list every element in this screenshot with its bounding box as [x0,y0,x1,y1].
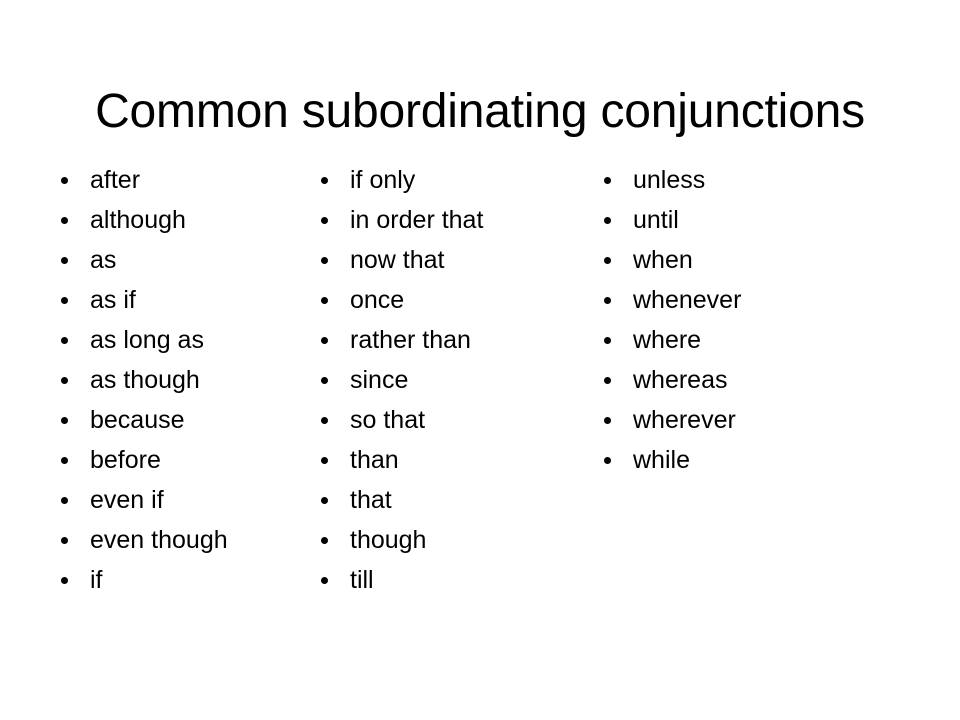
bullet-column-2: if only in order that now that once rather t… [285,160,567,600]
page-title: Common subordinating conjunctions [95,85,865,139]
bullet-dot-icon [61,417,68,424]
list-item-label: as if [90,286,136,314]
list-item-label: in order that [350,206,484,234]
bullet-dot-icon [61,257,68,264]
list-item: rather than [312,320,567,360]
list-item-label: while [633,446,690,474]
bullet-dot-icon [604,257,611,264]
list-item: while [595,440,960,480]
bullet-list-2: if only in order that now that once rather t… [312,160,567,600]
bullet-dot-icon [61,377,68,384]
bullet-dot-icon [61,217,68,224]
list-item: when [595,240,960,280]
list-item: once [312,280,567,320]
list-item-label: when [633,246,693,274]
bullet-dot-icon [321,457,328,464]
list-item: where [595,320,960,360]
list-item-label: unless [633,166,706,194]
list-item: wherever [595,400,960,440]
list-item: if only [312,160,567,200]
list-item-label: whenever [633,286,742,314]
list-item: after [52,160,285,200]
bullet-list-1: after although as as if as long as as though b… [52,160,285,600]
bullet-dot-icon [604,337,611,344]
list-item: though [312,520,567,560]
list-item-label: now that [350,246,445,274]
list-item: although [52,200,285,240]
bullet-dot-icon [604,297,611,304]
list-item-label: so that [350,406,426,434]
list-item: as [52,240,285,280]
bullet-dot-icon [321,257,328,264]
bullet-columns: after although as as if as long as as though b… [0,160,960,640]
list-item-label: wherever [633,406,736,434]
list-item-label: though [350,526,427,554]
bullet-dot-icon [321,537,328,544]
list-item-label: as long as [90,326,204,354]
list-item: before [52,440,285,480]
list-item: whereas [595,360,960,400]
list-item-label: until [633,206,679,234]
list-item-label: before [90,446,161,474]
list-item-label: rather than [350,326,471,354]
list-item-label: that [350,486,392,514]
list-item-label: whereas [633,366,728,394]
list-item: unless [595,160,960,200]
list-item: even though [52,520,285,560]
list-item: whenever [595,280,960,320]
list-item: till [312,560,567,600]
bullet-list-3: unless until when whenever where whereas where… [595,160,960,480]
list-item-label: since [350,366,409,394]
bullet-column-3: unless until when whenever where whereas where… [567,160,960,480]
list-item: until [595,200,960,240]
list-item-label: where [633,326,702,354]
bullet-dot-icon [61,577,68,584]
list-item: as though [52,360,285,400]
list-item-label: although [90,206,186,234]
bullet-dot-icon [61,177,68,184]
bullet-dot-icon [321,497,328,504]
list-item-label: after [90,166,141,194]
bullet-dot-icon [321,177,328,184]
list-item: as if [52,280,285,320]
list-item-label: if [90,566,103,594]
bullet-dot-icon [604,417,611,424]
list-item: than [312,440,567,480]
list-item: since [312,360,567,400]
bullet-dot-icon [604,377,611,384]
list-item-label: as though [90,366,200,394]
list-item-label: even though [90,526,228,554]
list-item: if [52,560,285,600]
bullet-dot-icon [604,217,611,224]
bullet-dot-icon [604,457,611,464]
list-item: now that [312,240,567,280]
bullet-dot-icon [61,457,68,464]
bullet-dot-icon [61,497,68,504]
list-item: even if [52,480,285,520]
list-item-label: because [90,406,185,434]
bullet-column-1: after although as as if as long as as though b… [0,160,285,600]
list-item-label: as [90,246,117,274]
bullet-dot-icon [321,377,328,384]
bullet-dot-icon [321,337,328,344]
list-item: because [52,400,285,440]
list-item-label: once [350,286,405,314]
bullet-dot-icon [321,217,328,224]
bullet-dot-icon [321,577,328,584]
bullet-dot-icon [61,297,68,304]
bullet-dot-icon [604,177,611,184]
list-item: so that [312,400,567,440]
list-item-label: than [350,446,399,474]
bullet-dot-icon [321,297,328,304]
list-item: that [312,480,567,520]
bullet-dot-icon [321,417,328,424]
list-item-label: if only [350,166,416,194]
slide: Common subordinating conjunctions after a… [0,0,960,720]
bullet-dot-icon [61,337,68,344]
list-item-label: till [350,566,374,594]
list-item: as long as [52,320,285,360]
list-item-label: even if [90,486,164,514]
bullet-dot-icon [61,537,68,544]
list-item: in order that [312,200,567,240]
